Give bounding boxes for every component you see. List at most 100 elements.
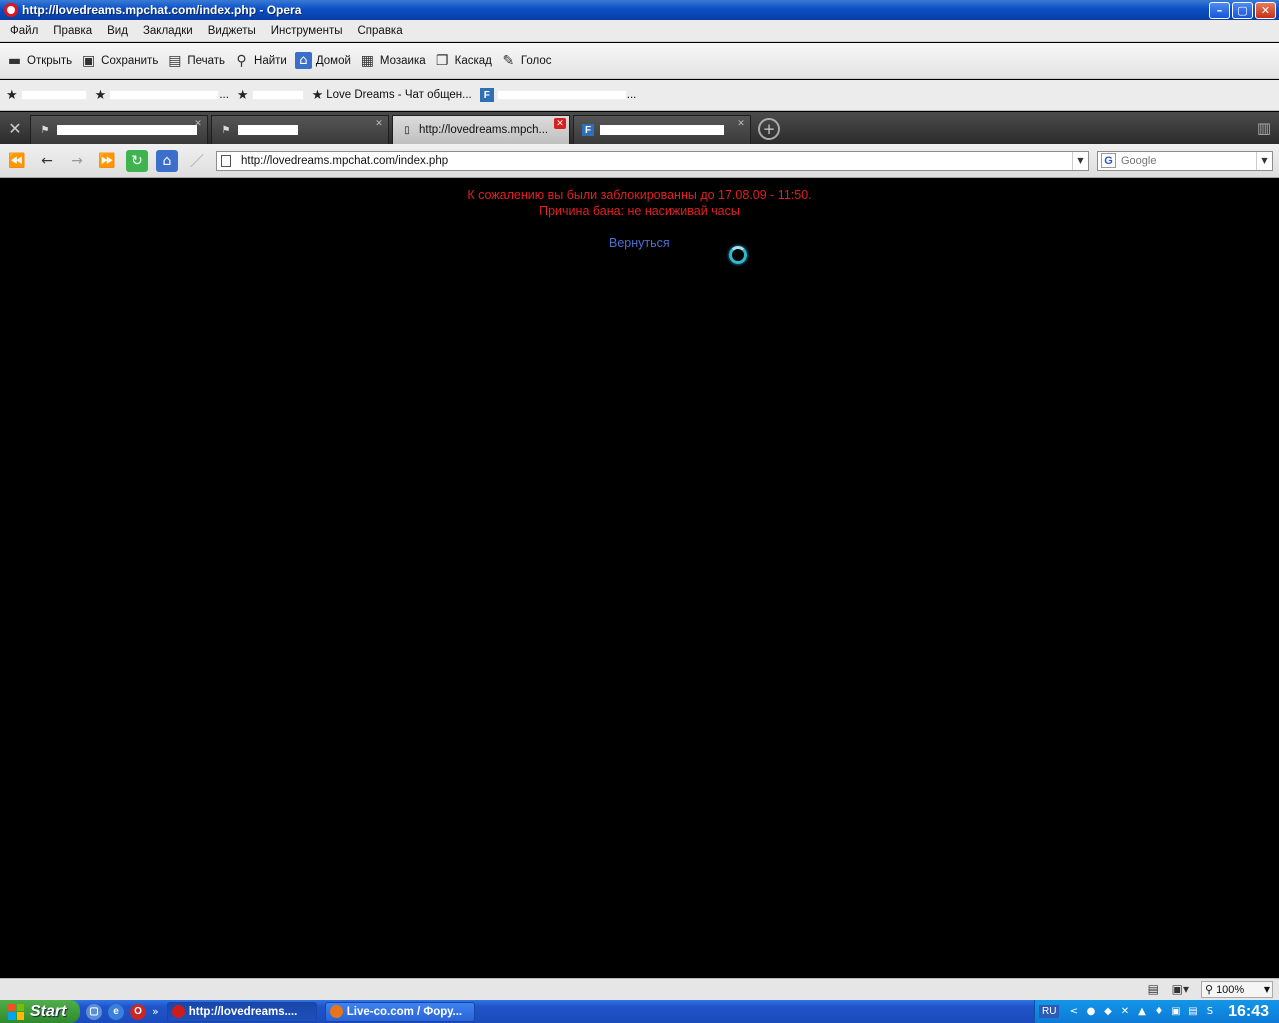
save-button[interactable]: ▣ Сохранить [80,52,158,69]
start-button[interactable]: Start [0,1000,80,1023]
search-input[interactable] [1121,154,1251,167]
window-controls: – ▢ ✕ [1209,2,1276,19]
windows-flag-icon [8,1003,24,1020]
cascade-button[interactable]: ❐ Каскад [434,52,492,69]
address-toolbar: ⏪ ← → ⏩ ↻ ⌂ ／ ▼ G ▼ [0,144,1279,178]
tab-3-active[interactable]: ▯ http://lovedreams.mpch... ✕ [392,115,570,144]
taskbar-item-firefox[interactable]: Live-co.com / Фору... [324,1001,475,1022]
maximize-button[interactable]: ▢ [1232,2,1253,19]
minimize-button[interactable]: – [1209,2,1230,19]
rewind-icon[interactable]: ⏪ [6,150,28,172]
start-label: Start [30,1002,67,1020]
bookmark-1[interactable]: ★ [6,88,87,103]
magnifier-icon: ⚲ [1205,983,1214,996]
page-icon [221,154,231,167]
zoom-control[interactable]: ⚲ 100% ▼ [1201,981,1273,998]
tray-ati-icon[interactable]: ▲ [1135,1005,1148,1018]
find-button[interactable]: ⚲ Найти [233,52,286,69]
opera-quicklaunch-icon[interactable]: O [130,1003,146,1020]
close-button[interactable]: ✕ [1255,2,1276,19]
tray-app-icon[interactable]: ▤ [1186,1005,1199,1018]
panel-toggle-icon[interactable]: ▤ [1148,982,1159,996]
chevron-more-icon[interactable]: » [152,1005,159,1018]
tab-close-icon[interactable]: ✕ [373,118,385,129]
show-desktop-icon[interactable]: ▢ [86,1003,102,1020]
forward-arrow-icon[interactable]: → [66,150,88,172]
tab-close-icon[interactable]: ✕ [192,118,204,129]
tray-tool-icon[interactable]: ✕ [1118,1005,1131,1018]
tab-close-icon[interactable]: ✕ [554,118,566,129]
home-label: Домой [315,54,351,67]
redacted-tab-title [57,125,197,135]
home-toolbar-button[interactable]: ⌂ Домой [294,52,351,69]
document-icon: ▯ [404,124,410,136]
cascade-icon: ❐ [435,52,449,69]
tab-2[interactable]: ⚑ ✕ [211,115,389,144]
chevron-down-icon[interactable]: ▼ [1256,151,1272,170]
language-indicator[interactable]: RU [1039,1005,1060,1018]
bookmark-2[interactable]: ★... [95,88,229,103]
menu-tools[interactable]: Инструменты [265,25,352,37]
clock[interactable]: 16:43 [1228,1003,1269,1021]
redacted-tab-title [600,125,724,135]
menu-bookmarks[interactable]: Закладки [137,25,202,37]
bookmark-5[interactable]: F... [479,88,637,102]
forum-favicon-icon: F [582,124,594,136]
menu-file[interactable]: Файл [4,25,47,37]
main-toolbar: ▬ Открыть ▣ Сохранить ▤ Печать ⚲ Найти ⌂ Домо… [0,43,1279,79]
star-icon: ★ [6,87,18,103]
menu-widgets[interactable]: Виджеты [202,25,265,37]
tray-app-icon[interactable]: ♦ [1152,1005,1165,1018]
taskbar-item-opera[interactable]: http://lovedreams.... [166,1001,317,1022]
home-icon[interactable]: ⌂ [156,149,178,172]
bookmark-4[interactable]: ★ Love Dreams - Чат общен... [312,88,472,103]
redacted-label [20,90,87,100]
tile-button[interactable]: ▦ Мозаика [359,52,426,69]
skype-icon[interactable]: S [1203,1005,1216,1018]
microphone-icon: ✎ [502,52,515,69]
task-2-label: Live-co.com / Фору... [346,1005,463,1018]
tab-1[interactable]: ⚑ ✕ [30,115,208,144]
address-input[interactable] [241,154,1061,167]
bookmarks-bar: ★ ★... ★ ★ Love Dreams - Чат общен... F..… [0,80,1279,111]
search-box[interactable]: G ▼ [1097,150,1273,171]
tab-close-icon[interactable]: ✕ [735,118,747,129]
tray-app-icon[interactable]: ● [1084,1005,1097,1018]
bookmark-4-label: Love Dreams - Чат общен... [326,89,472,101]
reload-icon[interactable]: ↻ [126,149,148,172]
back-link[interactable]: Вернуться [609,236,670,250]
back-arrow-icon[interactable]: ← [36,150,58,172]
menu-edit[interactable]: Правка [47,25,101,37]
fast-forward-icon[interactable]: ⏩ [96,150,118,172]
menu-help[interactable]: Справка [352,25,412,37]
redacted-label [496,90,627,100]
window-title: http://lovedreams.mpchat.com/index.php -… [22,3,302,17]
home-icon: ⌂ [294,52,312,69]
tab-4[interactable]: F ✕ [573,115,751,144]
window-titlebar: http://lovedreams.mpchat.com/index.php -… [0,0,1279,20]
tray-expand-icon[interactable]: < [1067,1005,1080,1018]
network-icon[interactable]: ▣ [1169,1005,1182,1018]
tray-app-icon[interactable]: ◆ [1101,1005,1114,1018]
print-button[interactable]: ▤ Печать [166,52,225,69]
edit-pen-icon[interactable]: ／ [186,150,208,172]
new-tab-icon[interactable]: + [758,118,780,140]
open-button[interactable]: ▬ Открыть [6,52,72,69]
voice-button[interactable]: ✎ Голос [500,52,552,69]
tile-label: Мозаика [379,54,426,67]
camera-icon[interactable]: ▣▾ [1172,982,1189,996]
folder-icon: ▬ [7,52,22,69]
internet-explorer-icon[interactable]: e [108,1003,124,1020]
tools-icon[interactable]: ✕ [0,112,30,144]
chevron-down-icon[interactable]: ▼ [1072,151,1088,170]
opera-icon [171,1005,185,1018]
address-field[interactable]: ▼ [216,150,1089,171]
task-1-label: http://lovedreams.... [188,1005,298,1018]
bookmark-5-ellipsis: ... [626,89,637,101]
open-label: Открыть [27,54,73,67]
menu-view[interactable]: Вид [101,25,137,37]
system-tray: RU < ● ◆ ✕ ▲ ♦ ▣ ▤ S 16:43 [1034,1000,1279,1023]
google-icon: G [1101,153,1116,168]
trash-icon[interactable]: ▥ [1257,119,1271,137]
bookmark-3[interactable]: ★ [237,88,304,103]
